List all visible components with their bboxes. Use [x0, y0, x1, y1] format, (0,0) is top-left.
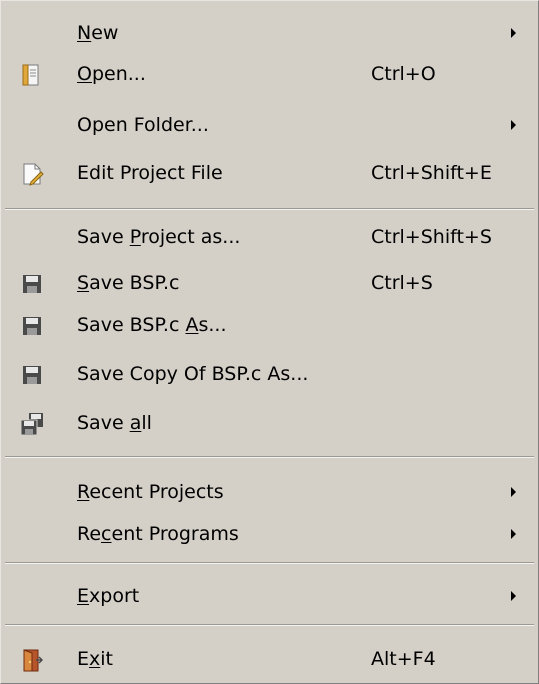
menu-item-label: New	[77, 22, 119, 44]
menu-item-label: Save all	[77, 412, 152, 434]
floppy-disk-icon	[19, 313, 45, 339]
menu-item-save-all[interactable]: Save all	[3, 401, 536, 445]
menu-item-shortcut: Ctrl+O	[371, 63, 436, 85]
menu-item-label: Export	[77, 585, 140, 607]
menu-item-label: Recent Programs	[77, 523, 239, 545]
submenu-arrow-icon	[511, 487, 516, 497]
edit-file-icon	[19, 161, 45, 187]
menu-item-shortcut: Alt+F4	[371, 648, 436, 670]
menu-item-save[interactable]: Save BSP.c Ctrl+S	[3, 261, 536, 305]
menu-separator	[5, 208, 534, 210]
floppy-disk-icon	[19, 362, 45, 388]
submenu-arrow-icon	[511, 591, 516, 601]
menu-item-save-copy-as[interactable]: Save Copy Of BSP.c As...	[3, 352, 536, 396]
menu-separator	[5, 562, 534, 564]
menu-item-recent-projects[interactable]: Recent Projects	[3, 470, 536, 514]
menu-item-shortcut: Ctrl+S	[371, 272, 433, 294]
menu-item-label: Exit	[77, 648, 113, 670]
floppy-disk-icon	[19, 271, 45, 297]
menu-item-export[interactable]: Export	[3, 574, 536, 618]
submenu-arrow-icon	[511, 529, 516, 539]
menu-item-label: Edit Project File	[77, 162, 223, 184]
file-menu: New Open... Ctrl+O Open Folder... Edit P…	[0, 0, 539, 684]
menu-item-recent-programs[interactable]: Recent Programs	[3, 512, 536, 556]
submenu-arrow-icon	[511, 120, 516, 130]
menu-item-exit[interactable]: Exit Alt+F4	[3, 637, 536, 681]
exit-door-icon	[19, 647, 45, 673]
menu-item-save-as[interactable]: Save BSP.c As...	[3, 303, 536, 347]
menu-item-label: Save BSP.c As...	[77, 314, 227, 336]
menu-item-shortcut: Ctrl+Shift+E	[371, 162, 492, 184]
menu-separator	[5, 624, 534, 626]
menu-item-edit-project-file[interactable]: Edit Project File Ctrl+Shift+E	[3, 151, 536, 195]
menu-item-open[interactable]: Open... Ctrl+O	[3, 52, 536, 96]
menu-item-save-project-as[interactable]: Save Project as... Ctrl+Shift+S	[3, 215, 536, 259]
menu-item-label: Save BSP.c	[77, 272, 180, 294]
menu-item-new[interactable]: New	[3, 11, 536, 55]
menu-item-label: Save Copy Of BSP.c As...	[77, 363, 309, 385]
menu-separator	[5, 456, 534, 458]
menu-item-label: Open...	[77, 63, 146, 85]
menu-item-label: Recent Projects	[77, 481, 224, 503]
save-all-icon	[19, 411, 45, 437]
submenu-arrow-icon	[511, 28, 516, 38]
menu-item-label: Save Project as...	[77, 226, 241, 248]
menu-item-shortcut: Ctrl+Shift+S	[371, 226, 492, 248]
menu-item-label: Open Folder...	[77, 114, 209, 136]
open-document-icon	[19, 62, 45, 88]
menu-item-open-folder[interactable]: Open Folder...	[3, 103, 536, 147]
